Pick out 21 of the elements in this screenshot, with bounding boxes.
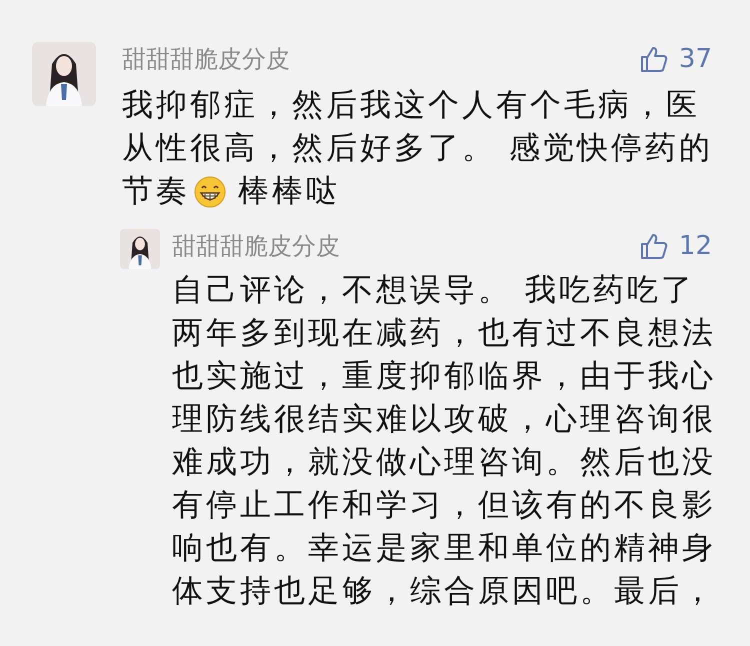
avatar-icon[interactable] bbox=[32, 42, 96, 106]
like-count: 37 bbox=[678, 44, 712, 74]
author-name[interactable]: 甜甜甜脆皮分皮 bbox=[122, 43, 290, 75]
comment-text: 有停止工作和学习，但该有的不良影 bbox=[172, 486, 716, 525]
grin-emoji-icon bbox=[194, 176, 226, 208]
author-name[interactable]: 甜甜甜脆皮分皮 bbox=[172, 230, 340, 262]
thumbs-up-icon[interactable] bbox=[638, 44, 669, 74]
comment-text: 节奏 bbox=[122, 172, 190, 211]
avatar-icon[interactable] bbox=[120, 229, 160, 269]
comment-text: 难成功，就没做心理咨询。然后也没 bbox=[172, 443, 716, 482]
comment-text: 自己评论，不想误导。 我吃药吃了 bbox=[172, 271, 695, 310]
comment-text: 体支持也足够，综合原因吧。最后， bbox=[172, 572, 716, 611]
comment-text: 理防线很结实难以攻破，心理咨询很 bbox=[172, 400, 716, 439]
comment-text: 两年多到现在减药，也有过不良想法 bbox=[172, 314, 716, 353]
comment-text: 也实施过，重度抑郁临界，由于我心 bbox=[172, 357, 716, 396]
thumbs-up-icon[interactable] bbox=[638, 231, 669, 261]
comment-text: 从性很高，然后好多了。 感觉快停药的 bbox=[122, 129, 713, 168]
like-count: 12 bbox=[678, 231, 712, 261]
comment-text: 响也有。幸运是家里和单位的精神身 bbox=[172, 529, 716, 568]
comment-text: 棒棒哒 bbox=[238, 172, 340, 211]
comment-text: 我抑郁症，然后我这个人有个毛病，医 bbox=[122, 86, 700, 125]
